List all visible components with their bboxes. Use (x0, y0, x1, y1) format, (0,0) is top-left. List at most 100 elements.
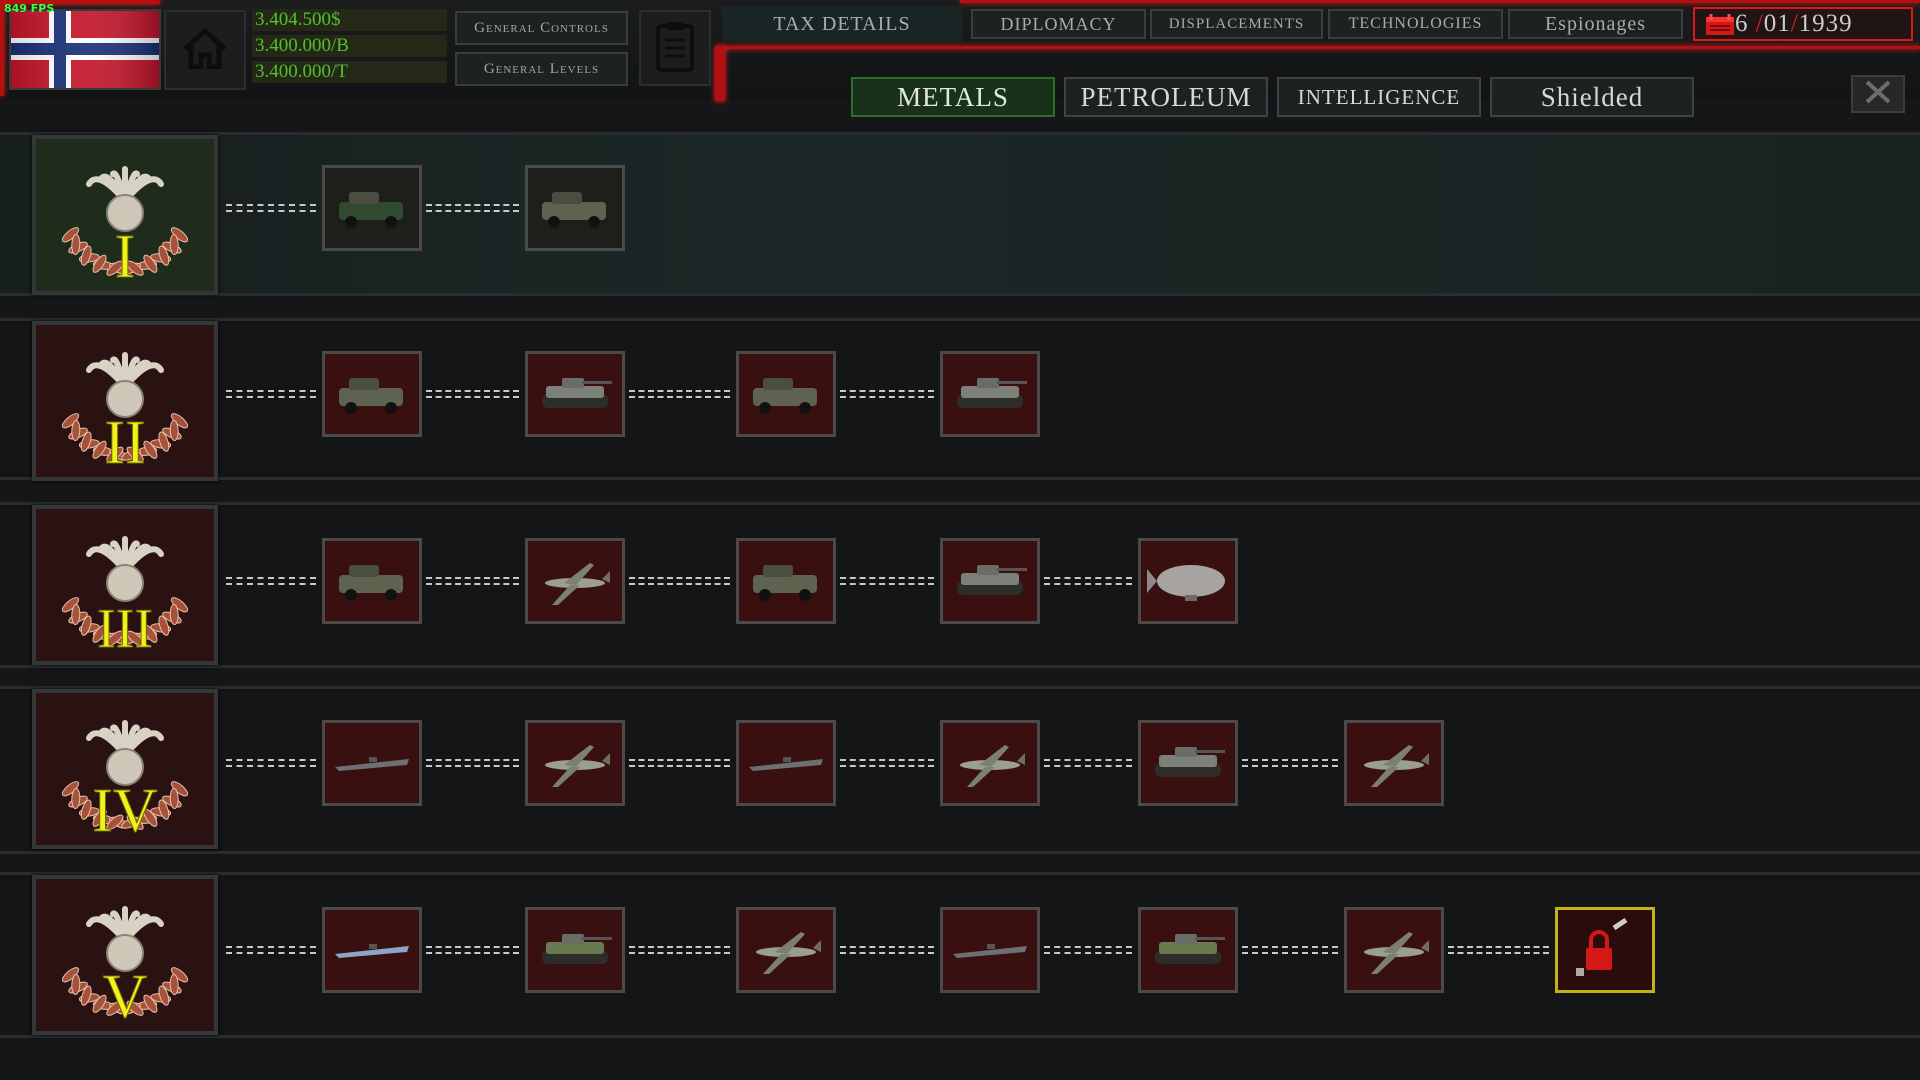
unit-tank-star[interactable] (1138, 907, 1238, 993)
tech-connector (1044, 577, 1132, 585)
bomber-plane-icon (545, 745, 610, 787)
calendar-icon (1705, 14, 1735, 41)
tech-connector (1044, 759, 1132, 767)
svg-text:III: III (97, 598, 153, 660)
clipboard-button[interactable] (639, 10, 711, 86)
date-year: 1939 (1798, 10, 1853, 37)
unit-jeep[interactable] (322, 351, 422, 437)
unit-supply-truck[interactable] (736, 351, 836, 437)
date-month: 01 (1763, 10, 1791, 37)
unit-landing-craft[interactable] (736, 720, 836, 806)
unit-destroyer[interactable] (940, 907, 1040, 993)
unit-light-tank[interactable] (525, 351, 625, 437)
rank-emblem-2[interactable]: II (32, 321, 218, 481)
unit-medium-tank[interactable] (940, 351, 1040, 437)
unit-half-track[interactable] (322, 538, 422, 624)
red-trim-corner (715, 46, 725, 101)
unit-spitfire[interactable] (1344, 720, 1444, 806)
tech-connector (840, 577, 934, 585)
home-button[interactable] (164, 10, 246, 90)
light-tank-icon (542, 378, 612, 408)
unit-bomber-plane[interactable] (525, 720, 625, 806)
general-levels-button[interactable]: General Levels (455, 52, 628, 86)
fighter-bf109-icon (756, 932, 821, 974)
unit-assault-gun[interactable] (1138, 720, 1238, 806)
tab-espionages[interactable]: Espionages (1508, 9, 1683, 39)
unit-heavy-tank[interactable] (940, 538, 1040, 624)
scout-car-icon (542, 192, 606, 228)
svg-text:II: II (104, 409, 145, 477)
half-track-icon (339, 565, 403, 601)
supply-truck-icon (753, 378, 817, 414)
unit-armored-carrier[interactable] (736, 538, 836, 624)
destroyer-icon (953, 944, 1027, 958)
tab-petroleum[interactable]: PETROLEUM (1064, 77, 1268, 117)
tab-technologies[interactable]: TECHNOLOGIES (1328, 9, 1503, 39)
unit-submarine-blue[interactable] (322, 907, 422, 993)
car-icon (339, 192, 403, 228)
rank-row-1 (0, 132, 1920, 296)
fighter-plane-icon (545, 563, 610, 605)
fighter-p51-icon (960, 745, 1025, 787)
locked-unit-slot[interactable] (1555, 907, 1655, 993)
game-date[interactable]: 6 /01/1939 (1693, 7, 1913, 41)
tab-displacements[interactable]: DISPLACEMENTS (1150, 9, 1323, 39)
red-trim-bottom (722, 46, 1920, 49)
unit-twin-engine-fighter[interactable] (1344, 907, 1444, 993)
general-controls-button[interactable]: General Controls (455, 11, 628, 45)
svg-text:IV: IV (92, 777, 158, 845)
rank-emblem-1[interactable]: I (32, 135, 218, 295)
rank-emblem-3[interactable]: III (32, 505, 218, 665)
unit-fighter-bf109[interactable] (736, 907, 836, 993)
unit-fighter-plane[interactable] (525, 538, 625, 624)
airship-icon (1147, 565, 1225, 601)
twin-engine-fighter-icon (1364, 932, 1429, 974)
rank-emblem-5[interactable]: V (32, 875, 218, 1035)
tech-connector (226, 204, 316, 212)
tech-connector (226, 577, 316, 585)
rank-insignia-icon: V (61, 906, 189, 1032)
unit-submarine[interactable] (322, 720, 422, 806)
close-icon (1863, 80, 1893, 109)
svg-text:V: V (103, 963, 148, 1031)
tech-connector (840, 946, 934, 954)
rank-insignia-icon: II (61, 352, 189, 478)
tech-connector (426, 204, 519, 212)
tech-connector (1044, 946, 1132, 954)
close-button[interactable] (1851, 75, 1905, 113)
unit-tank-camo[interactable] (525, 907, 625, 993)
submarine-icon (335, 757, 409, 771)
rank-insignia-icon: IV (61, 720, 189, 846)
tech-connector (1448, 946, 1549, 954)
armored-carrier-icon (753, 565, 817, 601)
rank-emblem-4[interactable]: IV (32, 689, 218, 849)
unit-airship[interactable] (1138, 538, 1238, 624)
tab-shielded[interactable]: Shielded (1490, 77, 1694, 117)
tank-camo-icon (542, 934, 612, 964)
tax-details-title[interactable]: TAX DETAILS (722, 6, 962, 42)
tank-star-icon (1155, 934, 1225, 964)
tab-metals[interactable]: METALS (851, 77, 1055, 117)
nation-flag-norway[interactable] (9, 9, 161, 90)
tech-connector (1242, 946, 1338, 954)
tech-connector (629, 390, 730, 398)
unit-car[interactable] (322, 165, 422, 251)
landing-craft-icon (749, 757, 823, 771)
tab-diplomacy[interactable]: DIPLOMACY (971, 9, 1146, 39)
heavy-tank-icon (957, 565, 1027, 595)
money-total: 3.404.500$ (252, 9, 447, 31)
lock-icon (1576, 918, 1628, 976)
unit-fighter-p51[interactable] (940, 720, 1040, 806)
submarine-blue-icon (335, 944, 409, 958)
date-day: 6 (1735, 10, 1749, 37)
tab-intelligence[interactable]: INTELLIGENCE (1277, 77, 1481, 117)
tech-connector (426, 759, 519, 767)
medium-tank-icon (957, 378, 1027, 408)
income-per-b: 3.400.000/B (252, 35, 447, 57)
tech-connector (226, 946, 316, 954)
tech-connector (426, 946, 519, 954)
tech-connector (629, 759, 730, 767)
tech-connector (426, 390, 519, 398)
unit-scout-car[interactable] (525, 165, 625, 251)
rank-insignia-icon: I (61, 166, 189, 292)
